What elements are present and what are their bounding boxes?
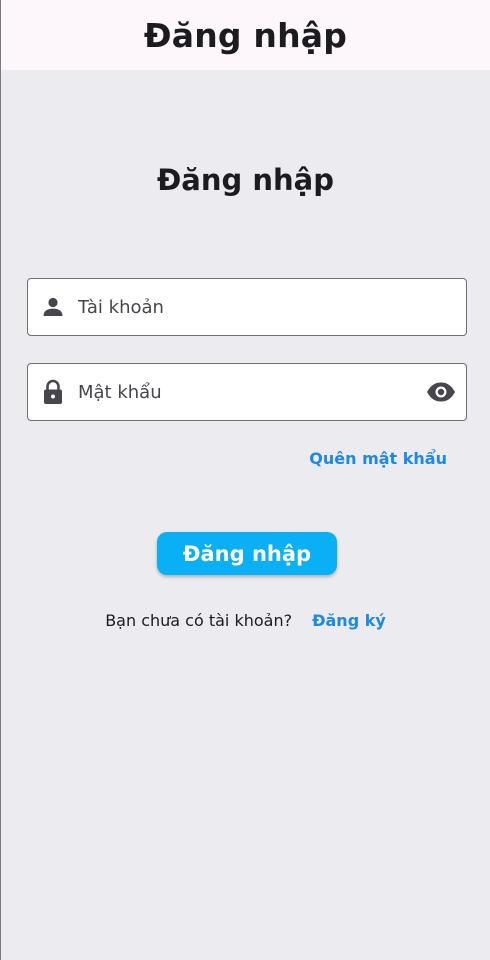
password-placeholder: Mật khẩu bbox=[78, 381, 162, 403]
signup-link[interactable]: Đăng ký bbox=[312, 611, 386, 630]
username-field[interactable]: Tài khoản bbox=[27, 278, 467, 336]
lock-icon bbox=[41, 379, 65, 404]
username-placeholder: Tài khoản bbox=[78, 296, 164, 318]
signup-prompt: Bạn chưa có tài khoản? bbox=[105, 611, 293, 630]
person-icon bbox=[41, 295, 65, 319]
app-bar-title: Đăng nhập bbox=[143, 15, 348, 55]
forgot-password-link[interactable]: Quên mật khẩu bbox=[309, 449, 447, 468]
app-window: Đăng nhập Đăng nhập Tài khoản Mật khẩu Q… bbox=[0, 0, 490, 960]
eye-icon[interactable] bbox=[426, 380, 456, 404]
app-bar: Đăng nhập bbox=[1, 0, 490, 70]
password-field[interactable]: Mật khẩu bbox=[27, 363, 467, 421]
login-button[interactable]: Đăng nhập bbox=[157, 532, 337, 575]
signup-row: Bạn chưa có tài khoản? Đăng ký bbox=[1, 611, 490, 630]
page-title: Đăng nhập bbox=[157, 163, 334, 197]
